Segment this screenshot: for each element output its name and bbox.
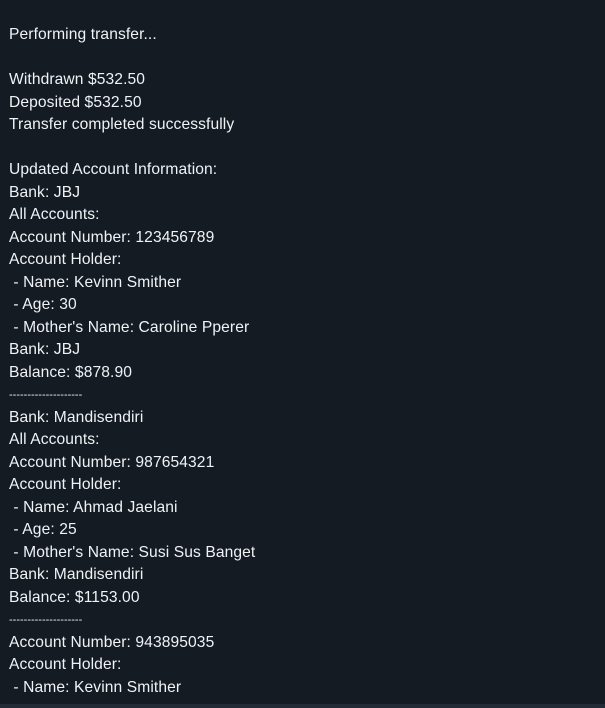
holder-name-line: - Name: Kevinn Smither (9, 273, 182, 291)
account-holder-label: Account Holder: (9, 251, 122, 268)
deposit-line: Deposited $532.50 (9, 93, 142, 111)
separator-line: -------------------- (9, 389, 83, 401)
bank-line: Bank: JBJ (9, 183, 81, 201)
all-accounts-label: All Accounts: (9, 431, 100, 448)
bank-line: Bank: Mandisendiri (9, 566, 144, 583)
separator-line: -------------------- (9, 614, 83, 626)
bank-line: Bank: JBJ (9, 341, 81, 358)
holder-age-line: - Age: 30 (9, 296, 77, 313)
account-holder-label: Account Holder: (9, 476, 122, 493)
holder-age-line: - Age: 25 (9, 521, 77, 538)
section-heading: Updated Account Information: (9, 161, 218, 178)
transfer-result-line: Transfer completed successfully (9, 116, 235, 133)
balance-line: Balance: $878.90 (9, 363, 132, 381)
balance-line: Balance: $1153.00 (9, 588, 140, 606)
status-line: Performing transfer... (9, 26, 157, 43)
holder-mother-line: - Mother's Name: Caroline Pperer (9, 318, 250, 336)
all-accounts-label: All Accounts: (9, 206, 100, 223)
bank-line: Bank: Mandisendiri (9, 408, 144, 426)
account-holder-label: Account Holder: (9, 656, 122, 673)
account-number-line: Account Number: 943895035 (9, 633, 215, 651)
account-number-line: Account Number: 987654321 (9, 453, 215, 471)
withdraw-line: Withdrawn $532.50 (9, 71, 146, 88)
holder-name-line: - Name: Kevinn Smither (9, 678, 182, 696)
holder-mother-line: - Mother's Name: Susi Sus Banget (9, 543, 256, 561)
account-number-line: Account Number: 123456789 (9, 228, 215, 246)
holder-name-line: - Name: Ahmad Jaelani (9, 498, 178, 516)
scroll-edge (0, 704, 605, 708)
terminal-output: Performing transfer... Withdrawn $532.50… (0, 0, 605, 708)
